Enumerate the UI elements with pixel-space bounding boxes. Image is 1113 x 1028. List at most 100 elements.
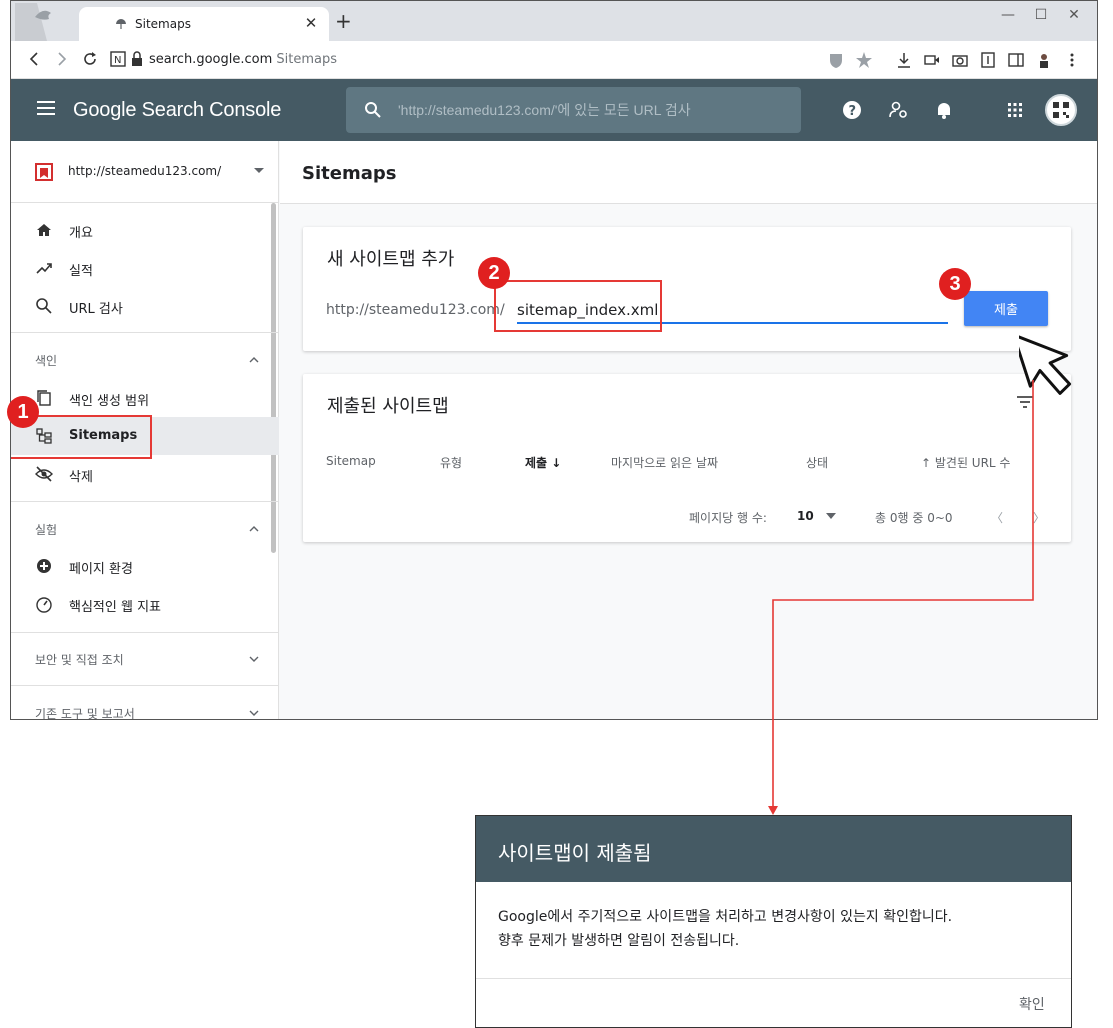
search-input[interactable] bbox=[398, 97, 788, 123]
prev-page-icon[interactable]: 〈 bbox=[991, 509, 1003, 526]
back-icon[interactable] bbox=[25, 50, 43, 68]
plus-circle-icon bbox=[37, 559, 51, 573]
sidebar-panel-icon[interactable] bbox=[1007, 51, 1025, 69]
bird-logo-icon bbox=[15, 3, 51, 41]
tab-strip: Sitemaps ✕ + — ☐ ✕ bbox=[11, 1, 1097, 41]
app-brand[interactable]: Google Search Console bbox=[73, 99, 281, 122]
property-favicon-icon bbox=[35, 163, 53, 181]
dialog-title: 사이트맵이 제출됨 bbox=[498, 841, 652, 865]
search-icon bbox=[365, 102, 381, 118]
col-submitted[interactable]: 제출 ↓ bbox=[525, 454, 561, 471]
url-text[interactable]: search.google.com Sitemaps bbox=[149, 52, 337, 67]
help-icon[interactable]: ? bbox=[842, 100, 862, 120]
section-security-label[interactable]: 보안 및 직접 조치 bbox=[35, 651, 124, 668]
notifications-icon[interactable] bbox=[934, 100, 954, 120]
url-path: Sitemaps bbox=[276, 52, 337, 67]
col-discovered-urls[interactable]: ↑ 발견된 URL 수 bbox=[921, 454, 1010, 471]
rows-dropdown-icon[interactable] bbox=[825, 512, 837, 520]
sidebar-item-url-inspection[interactable]: URL 검사 bbox=[11, 287, 279, 325]
n-extension-icon[interactable]: N bbox=[109, 50, 127, 68]
col-sitemap[interactable]: Sitemap bbox=[326, 454, 376, 468]
chevron-up-icon[interactable] bbox=[248, 354, 260, 366]
pagination-range: 총 0행 중 0~0 bbox=[875, 511, 953, 525]
divider bbox=[11, 632, 279, 633]
profile-icon[interactable] bbox=[1035, 51, 1053, 69]
close-window-button[interactable]: ✕ bbox=[1064, 7, 1084, 23]
maximize-button[interactable]: ☐ bbox=[1031, 7, 1051, 23]
section-index-label[interactable]: 색인 bbox=[35, 352, 57, 369]
speed-icon bbox=[36, 597, 52, 613]
chevron-down-icon[interactable] bbox=[248, 653, 260, 665]
sidebar-item-label: 실적 bbox=[69, 264, 93, 279]
sitemap-url-prefix: http://steamedu123.com/ bbox=[326, 302, 505, 318]
submitted-sitemaps-card: 제출된 사이트맵 Sitemap 유형 제출 ↓ 마지막으로 읽은 날짜 상태 … bbox=[303, 374, 1071, 542]
search-icon bbox=[36, 298, 52, 314]
property-url: http://steamedu123.com/ bbox=[68, 164, 222, 178]
section-experience-label[interactable]: 실험 bbox=[35, 521, 57, 538]
menu-icon[interactable] bbox=[37, 101, 55, 115]
minimize-button[interactable]: — bbox=[998, 7, 1018, 23]
lock-icon bbox=[132, 51, 142, 66]
add-sitemap-title: 새 사이트맵 추가 bbox=[327, 249, 455, 270]
sidebar-item-page-experience[interactable]: 페이지 환경 bbox=[11, 547, 279, 585]
download-icon[interactable] bbox=[895, 51, 913, 69]
sidebar-item-performance[interactable]: 실적 bbox=[11, 249, 279, 287]
avatar[interactable] bbox=[1045, 94, 1077, 126]
address-bar: N search.google.com Sitemaps bbox=[11, 41, 1097, 79]
chevron-down-icon[interactable] bbox=[248, 707, 260, 719]
col-type[interactable]: 유형 bbox=[440, 454, 462, 471]
mouse-cursor-icon bbox=[1019, 333, 1072, 395]
reload-icon[interactable] bbox=[81, 50, 99, 68]
umbrella-favicon-icon bbox=[116, 19, 126, 29]
highlight-sitemap-input bbox=[494, 280, 662, 332]
manage-users-icon[interactable] bbox=[888, 100, 908, 120]
sidebar-item-label: 핵심적인 웹 지표 bbox=[69, 600, 161, 615]
dialog-body-line2: 향후 문제가 발생하면 알림이 전송됩니다. bbox=[498, 933, 740, 949]
tab-close-icon[interactable]: ✕ bbox=[301, 13, 321, 33]
url-inspect-search[interactable] bbox=[346, 87, 801, 133]
star-icon[interactable] bbox=[855, 51, 873, 69]
new-tab-button[interactable]: + bbox=[335, 11, 352, 31]
forward-icon[interactable] bbox=[53, 50, 71, 68]
dialog-header: 사이트맵이 제출됨 bbox=[476, 816, 1071, 882]
rows-per-page-select[interactable]: 10 bbox=[797, 509, 814, 523]
browser-window: Sitemaps ✕ + — ☐ ✕ N search.google.com S… bbox=[10, 0, 1098, 720]
divider bbox=[11, 501, 279, 502]
tab-title: Sitemaps bbox=[135, 17, 191, 31]
chevron-up-icon[interactable] bbox=[248, 523, 260, 535]
page-header: Sitemaps bbox=[280, 141, 1097, 204]
page-title: Sitemaps bbox=[302, 163, 397, 184]
divider bbox=[11, 332, 279, 333]
submitted-sitemaps-title: 제출된 사이트맵 bbox=[327, 396, 449, 417]
sidebar-item-removals[interactable]: 삭제 bbox=[11, 455, 279, 493]
more-vert-icon[interactable] bbox=[1063, 51, 1081, 69]
ok-button[interactable]: 확인 bbox=[1019, 994, 1045, 1014]
eye-off-icon bbox=[35, 466, 53, 482]
sidebar-item-core-web-vitals[interactable]: 핵심적인 웹 지표 bbox=[11, 585, 279, 623]
home-icon bbox=[37, 224, 51, 236]
property-selector[interactable]: http://steamedu123.com/ bbox=[11, 141, 279, 203]
sitemap-submitted-dialog: 사이트맵이 제출됨 Google에서 주기적으로 사이트맵을 처리하고 변경사항… bbox=[475, 815, 1072, 1028]
col-last-read[interactable]: 마지막으로 읽은 날짜 bbox=[611, 454, 718, 471]
sidebar-item-label: 삭제 bbox=[69, 470, 93, 485]
divider bbox=[11, 685, 279, 686]
reader-icon[interactable] bbox=[979, 51, 997, 69]
sidebar-item-label: 개요 bbox=[69, 226, 93, 241]
camera-icon[interactable] bbox=[951, 51, 969, 69]
sidebar-item-coverage[interactable]: 색인 생성 범위 bbox=[11, 379, 279, 417]
trending-up-icon bbox=[36, 263, 52, 274]
video-icon[interactable] bbox=[923, 51, 941, 69]
sidebar-item-label: 페이지 환경 bbox=[69, 562, 133, 577]
apps-grid-icon[interactable] bbox=[1005, 100, 1025, 120]
section-legacy-label[interactable]: 기존 도구 및 보고서 bbox=[35, 705, 135, 719]
sidebar-item-overview[interactable]: 개요 bbox=[11, 211, 279, 249]
property-dropdown-icon[interactable] bbox=[254, 168, 264, 173]
col-status[interactable]: 상태 bbox=[806, 454, 828, 471]
shield-extension-icon[interactable] bbox=[827, 51, 845, 69]
next-page-icon[interactable]: 〉 bbox=[1033, 509, 1045, 526]
dialog-body: Google에서 주기적으로 사이트맵을 처리하고 변경사항이 있는지 확인합니… bbox=[498, 905, 1058, 953]
step-badge-3: 3 bbox=[939, 268, 971, 300]
tab-sitemaps[interactable]: Sitemaps ✕ bbox=[79, 7, 329, 41]
copy-icon bbox=[37, 390, 51, 406]
app-header: Google Search Console ? bbox=[11, 79, 1097, 141]
